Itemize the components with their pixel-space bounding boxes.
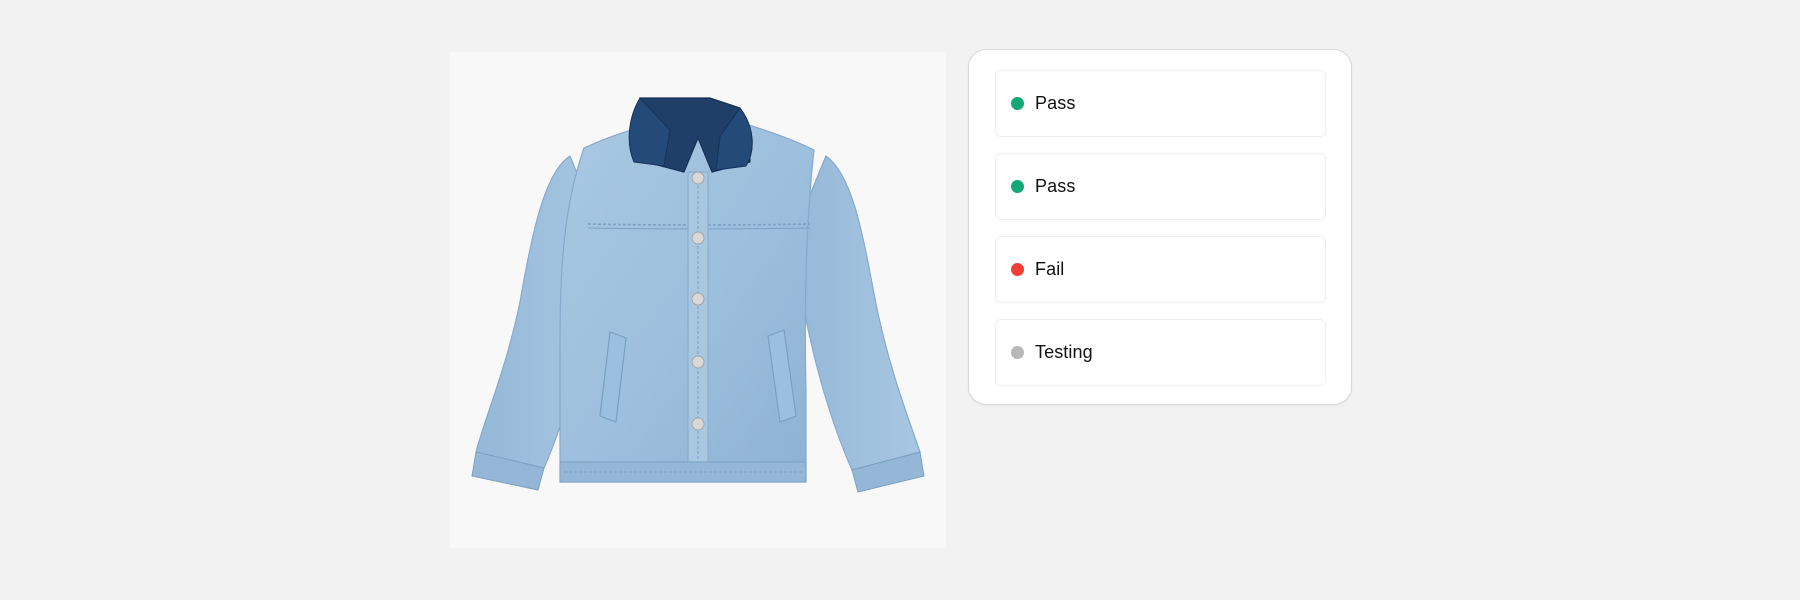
status-row-pass-2[interactable]: Pass [995, 153, 1326, 220]
status-row-testing[interactable]: Testing [995, 319, 1326, 386]
status-label: Fail [1035, 259, 1065, 279]
product-image [450, 52, 946, 548]
status-row-pass-1[interactable]: Pass [995, 70, 1326, 137]
status-list: Pass Pass Fail Testing [995, 70, 1326, 386]
status-label: Testing [1035, 342, 1093, 362]
status-dot-icon [1011, 97, 1024, 110]
status-dot-icon [1011, 263, 1024, 276]
page: Pass Pass Fail Testing [0, 0, 1800, 600]
status-card: Pass Pass Fail Testing [968, 49, 1352, 405]
status-row-fail[interactable]: Fail [995, 236, 1326, 303]
denim-jacket-illustration [471, 97, 925, 493]
status-label: Pass [1035, 93, 1076, 113]
status-dot-icon [1011, 346, 1024, 359]
status-label: Pass [1035, 176, 1076, 196]
status-dot-icon [1011, 180, 1024, 193]
